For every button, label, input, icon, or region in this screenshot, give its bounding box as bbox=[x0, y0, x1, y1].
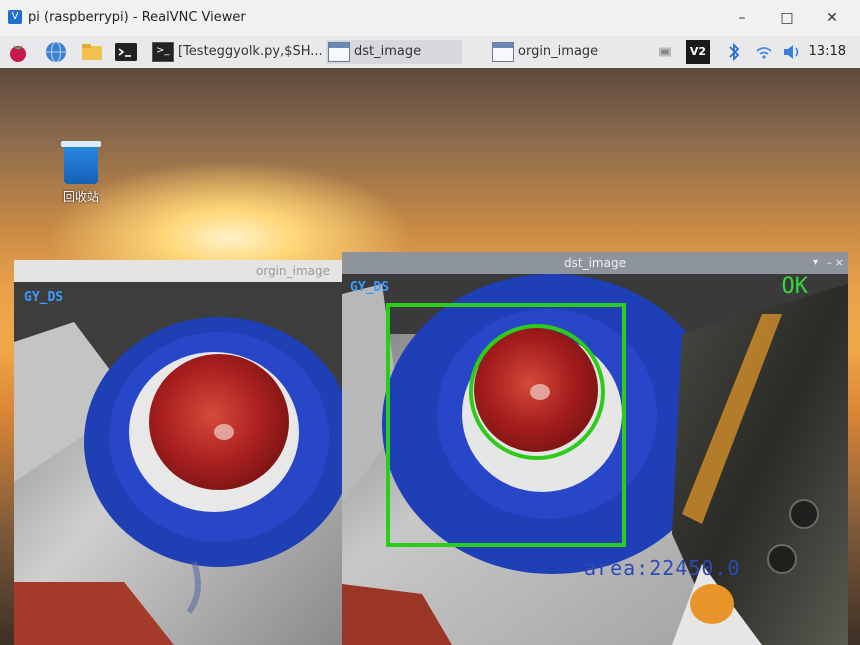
trash-label: 回收站 bbox=[62, 190, 99, 204]
task-terminal[interactable]: [Testeggyolk.py,$SH... bbox=[150, 40, 322, 64]
close-button[interactable]: ✕ bbox=[820, 8, 844, 28]
taskbar: [Testeggyolk.py,$SH... dst_image orgin_i… bbox=[0, 36, 860, 69]
trash-icon bbox=[61, 141, 101, 184]
bluetooth-icon[interactable] bbox=[722, 40, 746, 64]
menu-arrow-icon[interactable]: ▾ bbox=[813, 252, 818, 274]
vnc-titlebar: V pi (raspberrypi) - RealVNC Viewer – □ … bbox=[0, 0, 860, 37]
frame-label: GY_DS bbox=[24, 290, 64, 305]
vnc-tray-icon[interactable]: V2 bbox=[686, 40, 710, 64]
task-dst-image[interactable]: dst_image bbox=[326, 40, 462, 64]
window-titlebar[interactable]: dst_image ▾ – × bbox=[342, 252, 848, 274]
status-text: OK bbox=[781, 274, 809, 299]
file-manager-icon[interactable] bbox=[80, 40, 104, 64]
processed-frame: GY_DS OK area:22450.0 bbox=[342, 274, 848, 645]
window-title: pi (raspberrypi) - RealVNC Viewer bbox=[28, 10, 246, 25]
trash-desktop-item[interactable]: 回收站 bbox=[56, 141, 106, 205]
vnc-app-icon: V bbox=[8, 10, 22, 24]
desktop-wallpaper: 回收站 orgin_image GY_DS dst_image ▾ – × GY… bbox=[0, 68, 860, 645]
window-title: dst_image bbox=[564, 256, 626, 270]
task-orgin-image[interactable]: orgin_image bbox=[490, 40, 620, 64]
dst-image-window[interactable]: dst_image ▾ – × GY_DS OK area:22450.0 bbox=[342, 252, 848, 645]
terminal-icon bbox=[152, 42, 174, 62]
minimize-icon[interactable]: – bbox=[827, 252, 833, 274]
window-title: orgin_image bbox=[256, 264, 330, 278]
clock: 13:18 bbox=[808, 44, 846, 59]
maximize-button[interactable]: □ bbox=[775, 8, 799, 28]
window-icon bbox=[492, 42, 514, 62]
wifi-icon[interactable] bbox=[752, 40, 776, 64]
minimize-button[interactable]: – bbox=[730, 8, 754, 28]
cpu-monitor-icon[interactable] bbox=[656, 43, 674, 61]
task-label: [Testeggyolk.py,$SH... bbox=[178, 44, 322, 59]
task-label: orgin_image bbox=[518, 44, 599, 59]
web-browser-icon[interactable] bbox=[44, 40, 68, 64]
task-label: dst_image bbox=[354, 44, 422, 59]
window-titlebar[interactable]: orgin_image bbox=[14, 260, 344, 282]
camera-frame: GY_DS bbox=[14, 282, 344, 645]
volume-icon[interactable] bbox=[780, 40, 804, 64]
area-readout: area:22450.0 bbox=[584, 556, 741, 580]
monitor-screen: V pi (raspberrypi) - RealVNC Viewer – □ … bbox=[0, 0, 860, 645]
raspberry-menu-icon[interactable] bbox=[6, 40, 30, 64]
frame-label: GY_DS bbox=[350, 280, 390, 295]
window-icon bbox=[328, 42, 350, 62]
detection-photo bbox=[342, 274, 848, 645]
terminal-icon[interactable] bbox=[114, 40, 138, 64]
close-icon[interactable]: × bbox=[835, 252, 844, 274]
egg-yolk-photo bbox=[14, 282, 344, 645]
orgin-image-window[interactable]: orgin_image GY_DS bbox=[14, 260, 344, 645]
